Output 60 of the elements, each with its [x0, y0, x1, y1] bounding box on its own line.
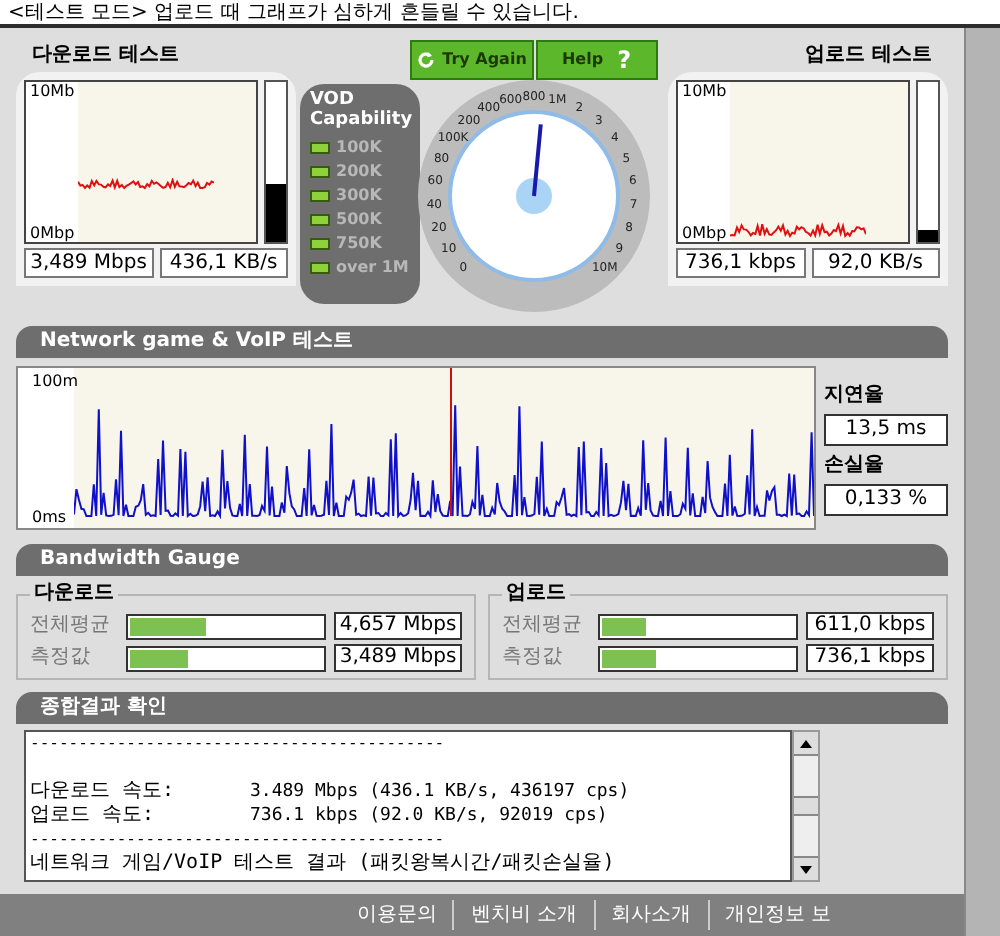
axis-label: 100m: [32, 372, 79, 390]
bandwidth-value: 611,0 kbps: [806, 612, 934, 640]
try-again-button[interactable]: Try Again: [410, 40, 533, 80]
vod-label: over 1M: [336, 256, 409, 278]
row-label: 전체평균: [502, 612, 584, 640]
section-header: 종합결과 확인: [16, 692, 948, 724]
result-value: 736.1 kbps (92.0 KB/s, 92019 cps): [250, 804, 608, 828]
dial-needle: [532, 124, 543, 197]
help-button[interactable]: Help ?: [535, 40, 658, 80]
scroll-thumb[interactable]: [794, 796, 818, 816]
speed-value: 736,1 kbps: [676, 248, 805, 278]
latency-value: 13,5 ms: [824, 414, 948, 446]
bandwidth-value: 4,657 Mbps: [334, 612, 462, 640]
loss-label: 손실율: [824, 452, 886, 480]
row-label: 측정값: [502, 644, 564, 672]
speed-line-drawing: [730, 222, 866, 238]
section-header: Network game & VoIP 테스트: [16, 326, 948, 358]
vod-label: 100K: [336, 136, 382, 158]
section-title: 업로드 테스트: [803, 42, 934, 70]
result-label: 다운로드 속도:: [30, 780, 177, 804]
footer-link[interactable]: 개인정보 보: [725, 900, 848, 930]
rate-value: 436,1 KB/s: [159, 248, 288, 278]
needle-hub: [516, 178, 552, 214]
loss-value: 0,133 %: [824, 484, 948, 516]
section-title: 다운로드 테스트: [30, 42, 181, 70]
vod-label: 300K: [336, 184, 382, 206]
footer-link[interactable]: 이용문의: [356, 900, 455, 930]
result-value: 3.489 Mbps (436.1 KB/s, 436197 cps): [250, 780, 630, 804]
axis-label: 0Mbp: [30, 224, 75, 242]
vod-title: VOD Capability: [310, 90, 410, 130]
section-header: Bandwidth Gauge: [16, 544, 948, 576]
divider-text: -------------------------------------------: [30, 828, 447, 852]
bandwidth-value: 736,1 kbps: [806, 644, 934, 672]
latency-label: 지연율: [824, 382, 886, 410]
group-title: 업로드: [502, 582, 570, 606]
row-label: 측정값: [30, 644, 92, 672]
vod-label: 200K: [336, 160, 382, 182]
footer-link[interactable]: 벤치비 소개: [470, 900, 595, 930]
question-icon: ?: [617, 42, 632, 78]
vod-label: 750K: [336, 232, 382, 254]
notice-text: <테스트 모드> 업로드 때 그래프가 심하게 흔들릴 수 있습니다.: [0, 0, 1000, 28]
result-label: 업로드 속도:: [30, 804, 157, 828]
scroll-down-icon[interactable]: [794, 856, 818, 880]
refresh-icon: [416, 50, 437, 70]
speed-line-drawing: [78, 178, 214, 190]
rate-value: 92,0 KB/s: [811, 248, 940, 278]
axis-label: 0Mbp: [682, 224, 727, 242]
vod-label: 500K: [336, 208, 382, 230]
bandwidth-value: 3,489 Mbps: [334, 644, 462, 672]
footer-link[interactable]: 회사소개: [611, 900, 709, 930]
axis-label: 10Mb: [30, 82, 75, 100]
row-label: 전체평균: [30, 612, 112, 640]
result-text: 네트워크 게임/VoIP 테스트 결과 (패킷왕복시간/패킷손실율): [30, 852, 617, 876]
speed-value: 3,489 Mbps: [24, 248, 153, 278]
divider-text: -------------------------------------------: [30, 732, 447, 756]
scrollbar[interactable]: [792, 730, 820, 882]
axis-label: 0ms: [32, 508, 67, 526]
scroll-up-icon[interactable]: [794, 732, 818, 756]
axis-label: 10Mb: [682, 82, 727, 100]
group-title: 다운로드: [30, 582, 118, 606]
